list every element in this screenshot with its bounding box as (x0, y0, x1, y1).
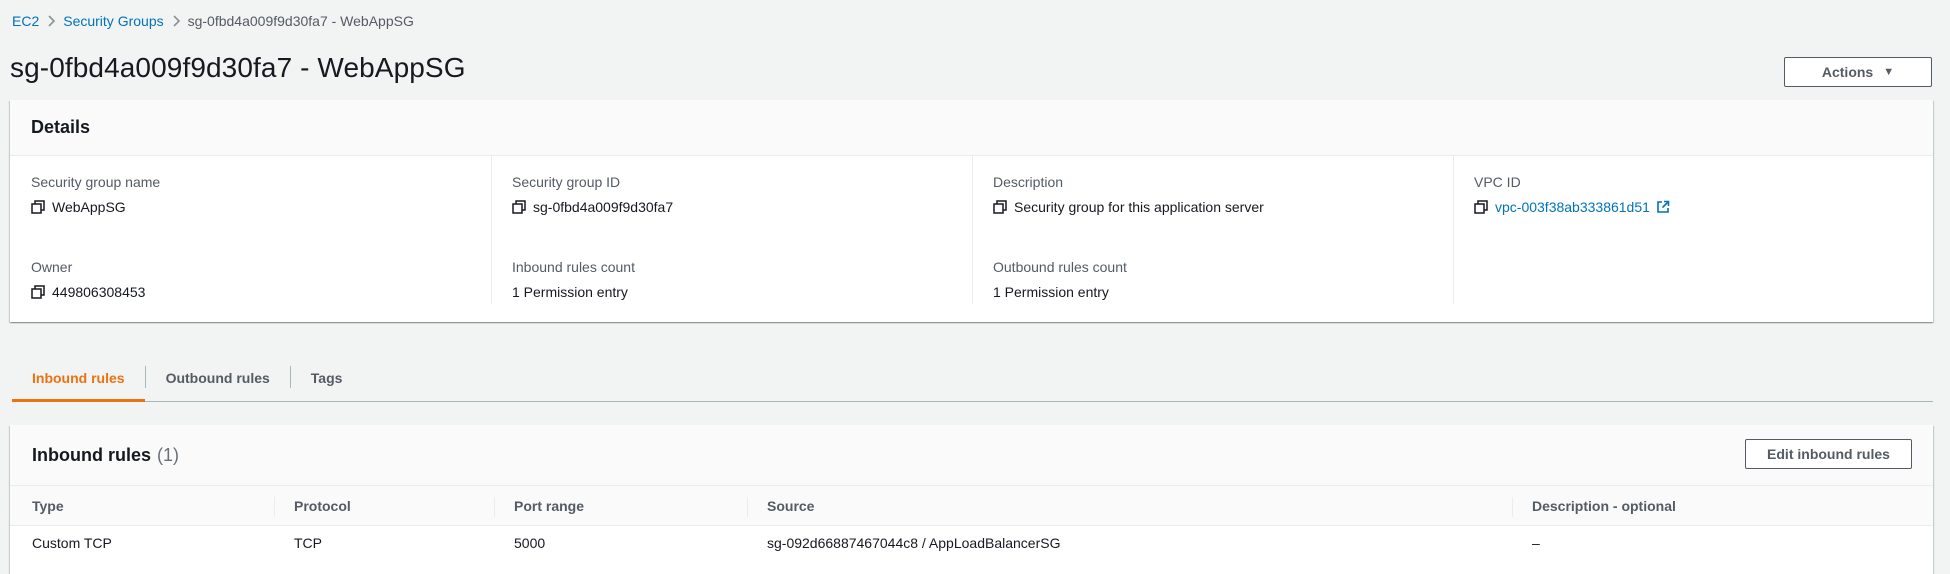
vpc-id-field: VPC ID vpc-003f38ab333861d51 (1474, 174, 1670, 215)
description-label: Description (993, 174, 1064, 190)
owner-value: 449806308453 (52, 284, 146, 300)
sg-name-field: Security group name WebAppSG (31, 174, 160, 215)
column-header-port-range[interactable]: Port range (494, 486, 747, 526)
sg-id-field: Security group ID sg-0fbd4a009f9d30fa7 (512, 174, 673, 215)
tab-outbound-rules[interactable]: Outbound rules (146, 354, 290, 401)
sg-name-value: WebAppSG (52, 199, 126, 215)
tab-inbound-rules[interactable]: Inbound rules (12, 354, 145, 402)
cell-type: Custom TCP (32, 534, 112, 551)
details-column-1: Security group name WebAppSG Owner 44980… (10, 156, 491, 304)
caret-down-icon: ▼ (1883, 66, 1895, 78)
actions-button[interactable]: Actions ▼ (1784, 57, 1932, 87)
cell-port-range: 5000 (514, 534, 546, 551)
breadcrumb-security-groups-link[interactable]: Security Groups (63, 13, 163, 29)
inbound-rules-count: (1) (157, 444, 179, 465)
owner-field: Owner 449806308453 (31, 259, 145, 300)
page-title: sg-0fbd4a009f9d30fa7 - WebAppSG (10, 52, 466, 83)
chevron-right-icon (39, 15, 63, 27)
copy-icon[interactable] (512, 200, 526, 214)
breadcrumb: EC2 Security Groups sg-0fbd4a009f9d30fa7… (12, 13, 414, 29)
column-header-protocol[interactable]: Protocol (274, 486, 494, 526)
vpc-id-label: VPC ID (1474, 174, 1521, 190)
details-column-2: Security group ID sg-0fbd4a009f9d30fa7 I… (491, 156, 972, 304)
edit-inbound-rules-button[interactable]: Edit inbound rules (1745, 439, 1912, 469)
outbound-count-label: Outbound rules count (993, 259, 1127, 275)
column-header-description[interactable]: Description - optional (1512, 486, 1933, 526)
outbound-count-field: Outbound rules count 1 Permission entry (993, 259, 1127, 300)
details-panel: Details Security group name WebAppSG Own… (10, 100, 1933, 322)
details-column-3: Description Security group for this appl… (972, 156, 1453, 304)
inbound-rules-panel: Inbound rules (1) Edit inbound rules Typ… (10, 425, 1933, 574)
cell-description: – (1532, 534, 1540, 551)
tab-bar: Inbound rules Outbound rules Tags (12, 354, 1933, 402)
copy-icon[interactable] (31, 200, 45, 214)
inbound-count-label: Inbound rules count (512, 259, 635, 275)
column-header-source[interactable]: Source (747, 486, 1512, 526)
outbound-count-value: 1 Permission entry (993, 284, 1109, 300)
sg-id-value: sg-0fbd4a009f9d30fa7 (533, 199, 674, 215)
cell-protocol: TCP (294, 534, 322, 551)
table-header-row: Type Protocol Port range Source Descript… (10, 485, 1933, 526)
breadcrumb-current: sg-0fbd4a009f9d30fa7 - WebAppSG (187, 13, 414, 29)
owner-label: Owner (31, 259, 73, 275)
external-link-icon[interactable] (1656, 200, 1670, 214)
description-value: Security group for this application serv… (1014, 199, 1264, 215)
details-grid: Security group name WebAppSG Owner 44980… (10, 156, 1933, 322)
details-column-4: VPC ID vpc-003f38ab333861d51 (1453, 156, 1934, 304)
vpc-id-link[interactable]: vpc-003f38ab333861d51 (1495, 199, 1650, 215)
cell-source: sg-092d66887467044c8 / AppLoadBalancerSG (767, 534, 1061, 551)
breadcrumb-ec2-link[interactable]: EC2 (12, 13, 39, 29)
inbound-rules-title: Inbound rules (32, 444, 151, 465)
tab-tags[interactable]: Tags (291, 354, 363, 401)
copy-icon[interactable] (993, 200, 1007, 214)
copy-icon[interactable] (31, 285, 45, 299)
table-row[interactable]: Custom TCP TCP 5000 sg-092d66887467044c8… (10, 526, 1933, 560)
column-header-type[interactable]: Type (10, 486, 274, 526)
details-heading: Details (10, 100, 1933, 156)
inbound-count-value: 1 Permission entry (512, 284, 628, 300)
inbound-rules-header: Inbound rules (1) Edit inbound rules (10, 425, 1933, 485)
sg-id-label: Security group ID (512, 174, 621, 190)
sg-name-label: Security group name (31, 174, 161, 190)
copy-icon[interactable] (1474, 200, 1488, 214)
inbound-count-field: Inbound rules count 1 Permission entry (512, 259, 635, 300)
chevron-right-icon (164, 15, 188, 27)
actions-button-label: Actions (1821, 64, 1874, 80)
description-field: Description Security group for this appl… (993, 174, 1264, 215)
inbound-rules-table: Type Protocol Port range Source Descript… (10, 485, 1933, 560)
